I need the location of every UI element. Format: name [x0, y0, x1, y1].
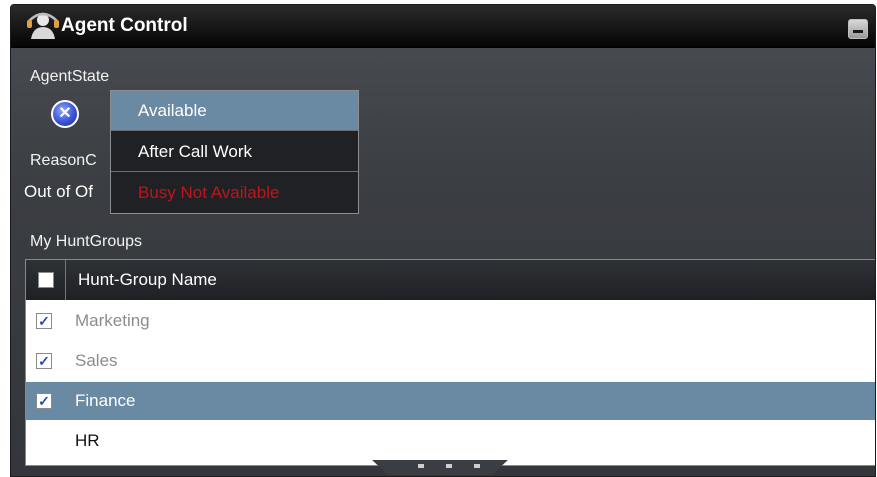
- x-circle-icon[interactable]: ✕: [51, 100, 79, 128]
- reason-code-label: ReasonC: [30, 152, 97, 169]
- grip-dot: [474, 464, 480, 468]
- row-checkbox[interactable]: ✓: [36, 353, 52, 369]
- column-header-hunt-group-name[interactable]: Hunt-Group Name: [78, 270, 217, 290]
- hunt-group-name: HR: [75, 431, 100, 450]
- row-checkbox[interactable]: ✓: [36, 313, 52, 329]
- grip-dot: [446, 464, 452, 468]
- hunt-group-name: Sales: [75, 351, 118, 370]
- grip-dot: [418, 464, 424, 468]
- hunt-group-name: Finance: [75, 391, 136, 410]
- hunt-group-name: Marketing: [75, 311, 150, 330]
- agent-icon: [27, 12, 59, 39]
- minimize-icon[interactable]: [848, 19, 868, 39]
- hunt-groups-label: My HuntGroups: [30, 233, 143, 250]
- table-header: Hunt-Group Name: [26, 260, 875, 300]
- select-all-cell: [26, 260, 66, 300]
- dropdown-item-available[interactable]: Available: [111, 91, 358, 131]
- table-row[interactable]: ✓ Marketing: [26, 302, 875, 340]
- table-row[interactable]: ✓ Sales: [26, 342, 875, 380]
- select-all-checkbox[interactable]: [38, 272, 54, 288]
- row-checkbox[interactable]: ✓: [36, 393, 52, 409]
- dropdown-item-busy-not-available[interactable]: Busy Not Available: [111, 173, 358, 213]
- agent-state-dropdown: Available After Call Work Busy Not Avail…: [110, 90, 359, 214]
- agent-control-window: Agent Control AgentState ✕ ReasonC Out o…: [10, 4, 876, 477]
- resize-grip-icon[interactable]: [372, 460, 508, 475]
- reason-code-value[interactable]: Out of Of: [24, 182, 93, 202]
- hunt-groups-table: Hunt-Group Name ✓ Marketing ✓ Sales ✓ Fi…: [25, 259, 875, 466]
- agent-state-label: AgentState: [30, 68, 110, 85]
- window-title: Agent Control: [61, 15, 188, 36]
- table-row[interactable]: ✓ Finance: [26, 382, 875, 420]
- title-bar: Agent Control: [11, 5, 875, 48]
- dropdown-item-after-call-work[interactable]: After Call Work: [111, 132, 358, 172]
- table-row[interactable]: HR: [26, 422, 875, 460]
